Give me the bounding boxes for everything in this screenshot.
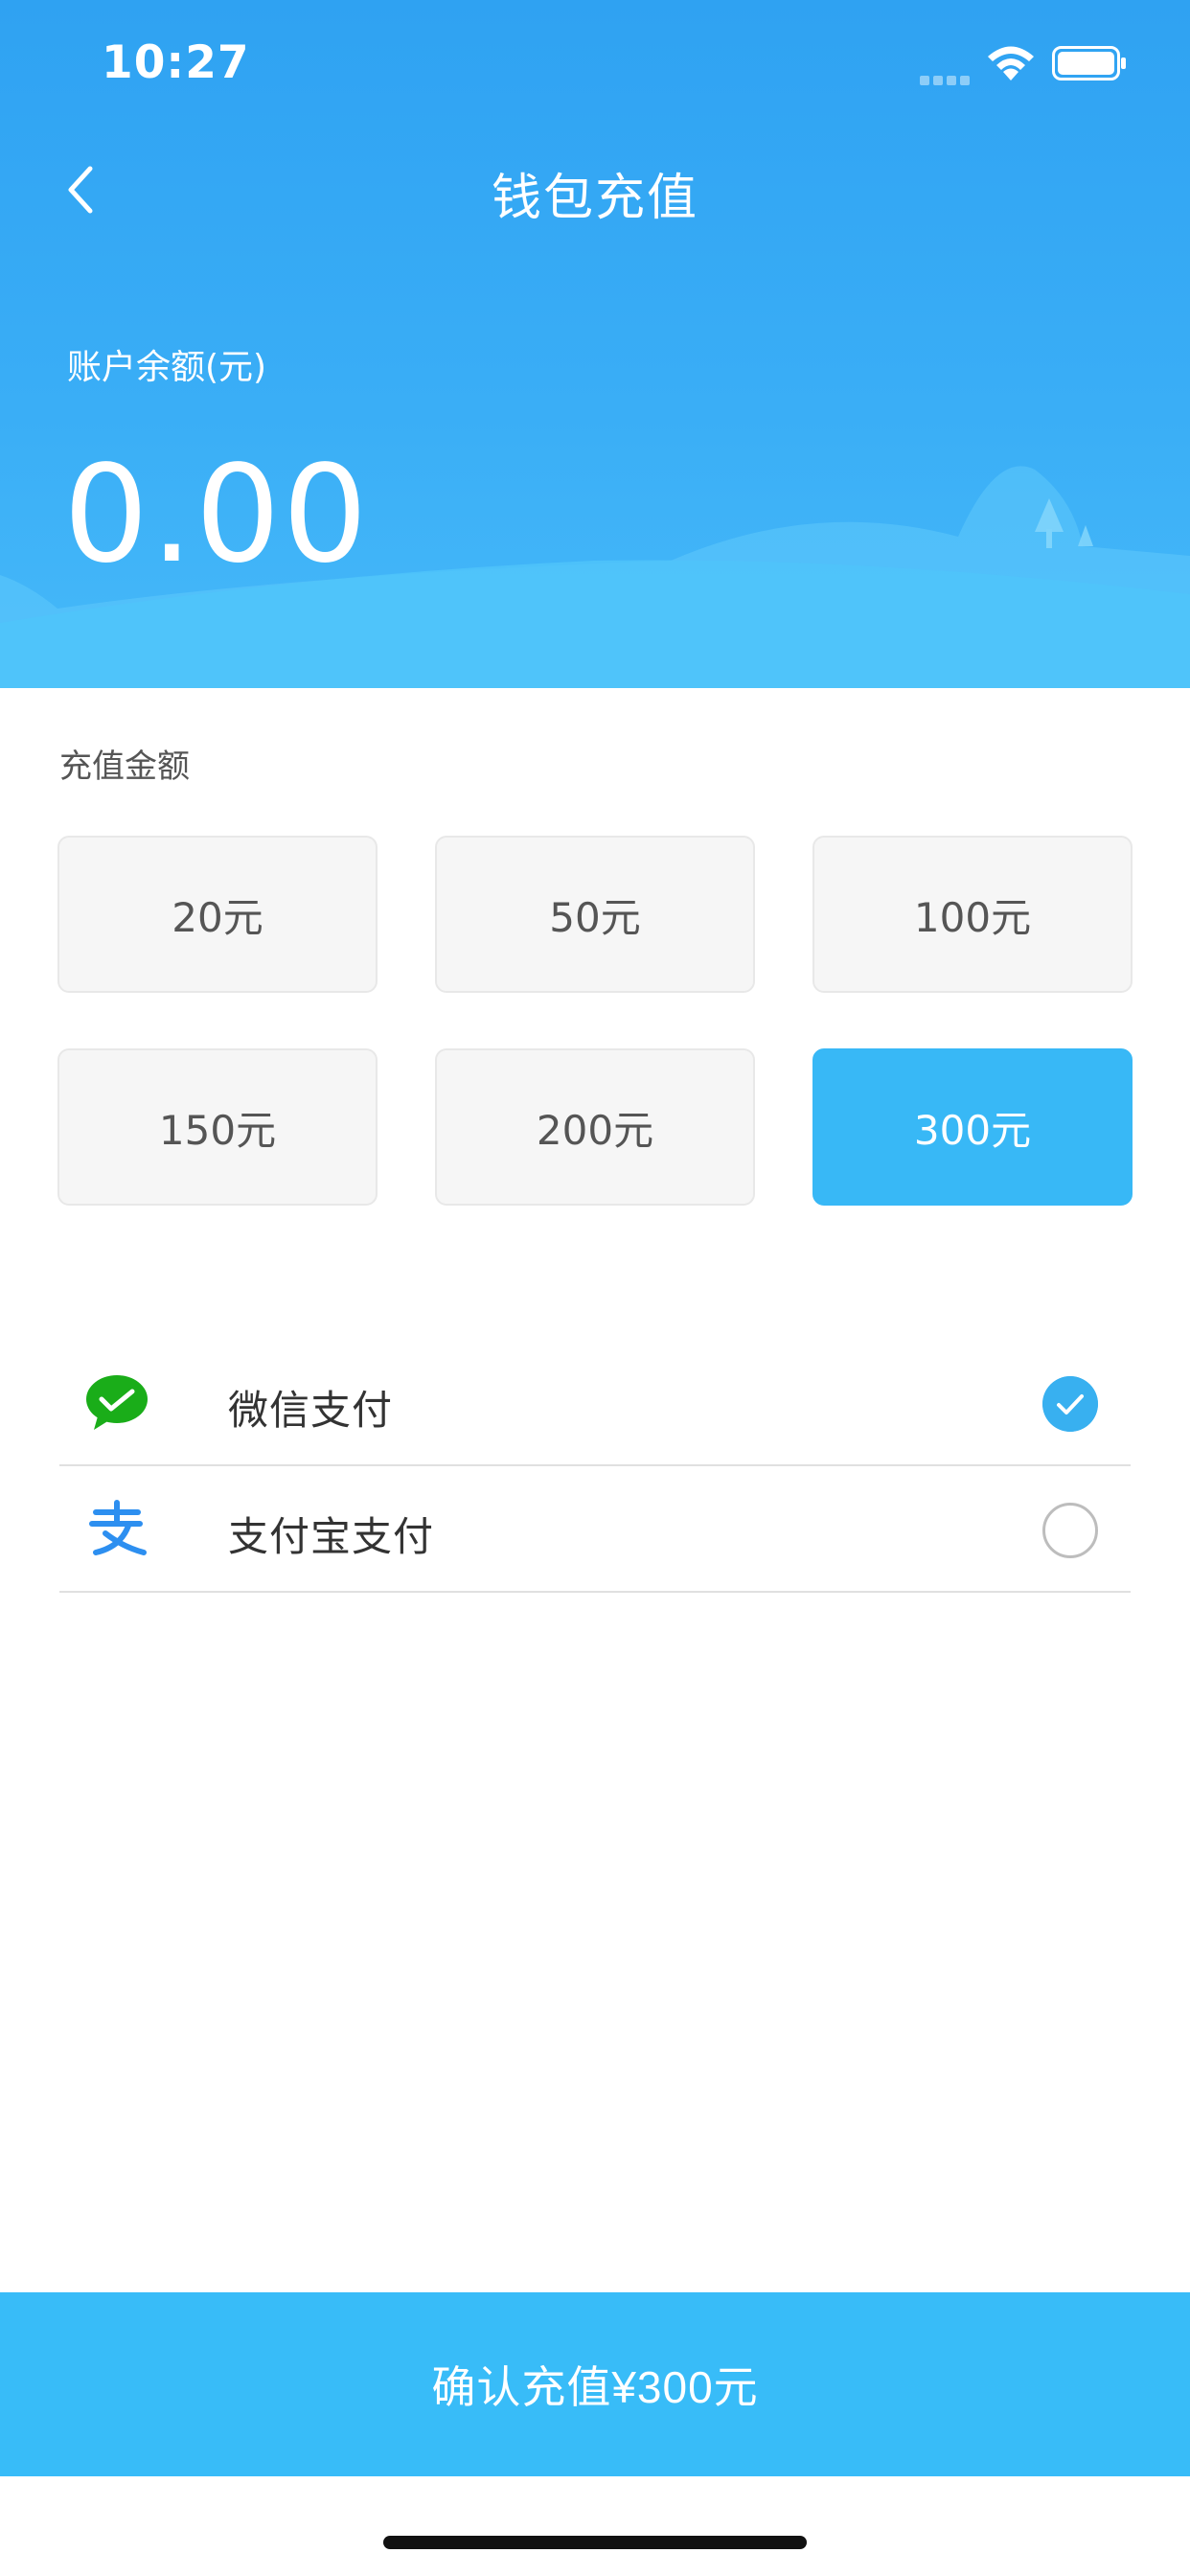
amount-option-50[interactable]: 50元	[435, 836, 755, 993]
payment-method-list: 微信支付 支付宝支付	[59, 1340, 1131, 1593]
page-title: 钱包充值	[491, 170, 698, 227]
payment-label-wechat: 微信支付	[228, 1387, 394, 1434]
radio-checked-icon[interactable]	[1042, 1376, 1098, 1432]
header: 10:27 钱包充值 账户余额(元) 0.00	[0, 0, 1190, 688]
amount-section-label: 充值金额	[59, 748, 190, 786]
confirm-recharge-button[interactable]: 确认充值¥300元	[0, 2292, 1190, 2476]
radio-unchecked-icon[interactable]	[1042, 1503, 1098, 1558]
amount-option-150[interactable]: 150元	[57, 1048, 378, 1206]
alipay-icon	[89, 1500, 147, 1555]
status-time: 10:27	[102, 36, 250, 89]
payment-label-alipay: 支付宝支付	[228, 1513, 435, 1560]
payment-option-wechat[interactable]: 微信支付	[59, 1340, 1131, 1466]
balance-value: 0.00	[63, 437, 370, 593]
cellular-signal-icon	[920, 71, 973, 85]
amount-options-grid: 20元 50元 100元 150元 200元 300元	[57, 836, 1133, 1206]
payment-option-alipay[interactable]: 支付宝支付	[59, 1466, 1131, 1593]
wifi-icon	[988, 46, 1034, 80]
wechat-pay-icon	[86, 1375, 148, 1430]
battery-icon	[1052, 46, 1126, 80]
amount-option-300[interactable]: 300元	[812, 1048, 1133, 1206]
wallet-recharge-screen: 10:27 钱包充值 账户余额(元) 0.00 充值金额 20元 50元 100…	[0, 0, 1190, 2576]
balance-label: 账户余额(元)	[67, 348, 267, 387]
amount-option-200[interactable]: 200元	[435, 1048, 755, 1206]
home-indicator[interactable]	[383, 2536, 807, 2549]
amount-option-100[interactable]: 100元	[812, 836, 1133, 993]
amount-option-20[interactable]: 20元	[57, 836, 378, 993]
